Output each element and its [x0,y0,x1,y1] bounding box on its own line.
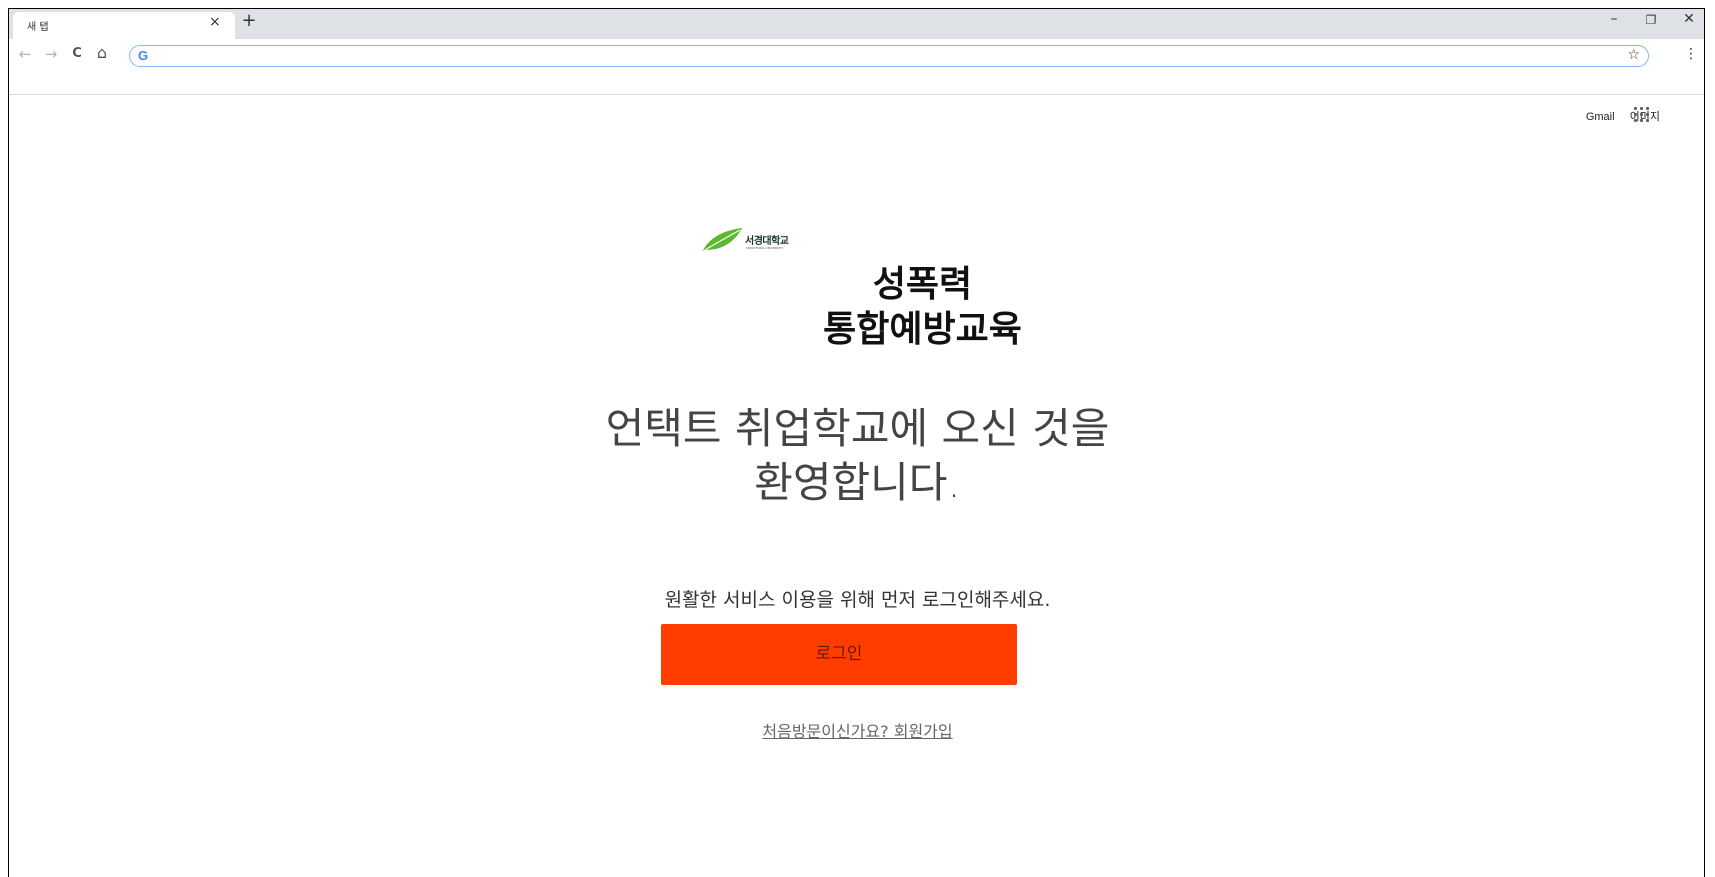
close-window-icon[interactable]: ✕ [1679,11,1699,27]
reload-icon[interactable]: C [67,46,87,61]
page-title-line2: 통합예방교육 [823,309,1022,350]
address-bar[interactable]: G ☆ [129,45,1649,67]
tab-strip: 새 탭 × + – ❐ ✕ [9,9,1704,39]
google-icon: G [138,48,149,63]
restore-icon[interactable]: ❐ [1641,13,1661,27]
minimize-icon[interactable]: – [1604,11,1624,27]
welcome-message: 언택트 취업학교에 오신 것을 환영합니다. [0,402,1715,510]
login-button[interactable]: 로그인 [661,624,1017,685]
browser-toolbar: ← → C ⌂ G ☆ ⋮ [9,39,1704,72]
university-logo: 서경대학교 SEOKYEONG UNIVERSITY [700,226,820,254]
toolbar-divider [9,94,1704,95]
tab-title: 새 탭 [27,22,49,33]
welcome-line1: 언택트 취업학교에 오신 것을 [605,404,1110,453]
signup-area: 처음방문이신가요? 회원가입 [0,718,1715,742]
tab-close-icon[interactable]: × [209,14,221,30]
browser-menu-icon[interactable]: ⋮ [1684,46,1698,62]
forward-icon[interactable]: → [41,45,61,63]
apps-grid-icon[interactable] [1634,107,1650,123]
bookmark-star-icon[interactable]: ☆ [1627,47,1640,63]
login-instruction: 원활한 서비스 이용을 위해 먼저 로그인해주세요. [664,589,1051,611]
logo-name: 서경대학교 [745,236,789,247]
leaf-icon [701,228,742,253]
signup-link[interactable]: 처음방문이신가요? 회원가입 [762,722,952,741]
gmail-link[interactable]: Gmail [1586,111,1615,123]
new-tab-icon[interactable]: + [239,10,259,31]
back-icon[interactable]: ← [15,45,35,63]
home-icon[interactable]: ⌂ [92,43,112,62]
logo-subtitle: SEOKYEONG UNIVERSITY [746,246,784,250]
tab-new-tab[interactable]: 새 탭 × [13,12,235,39]
welcome-line2: 환영합니다. [754,458,961,507]
